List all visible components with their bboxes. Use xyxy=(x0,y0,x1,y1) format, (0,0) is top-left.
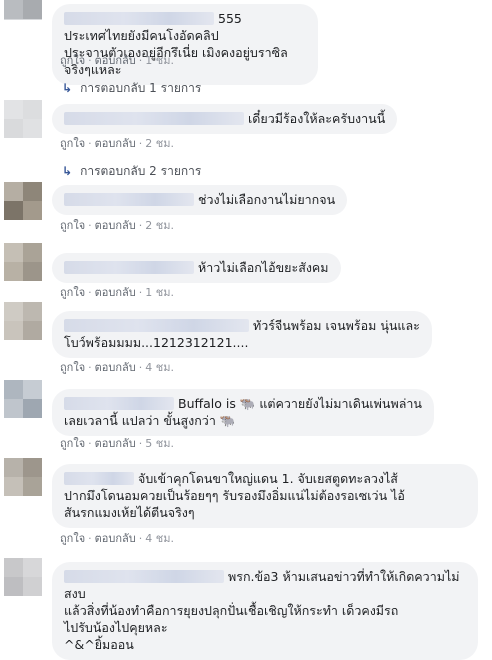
like-link[interactable]: ถูกใจ xyxy=(60,286,85,299)
commenter-name[interactable] xyxy=(64,472,134,485)
comment-time[interactable]: 2 ชม. xyxy=(145,219,174,232)
commenter-name[interactable] xyxy=(64,261,194,274)
avatar[interactable] xyxy=(4,243,42,281)
reply-link[interactable]: ตอบกลับ xyxy=(95,361,136,374)
comment-actions: ถูกใจ · ตอบกลับ · 2 ชม. xyxy=(60,137,174,150)
comment-time[interactable]: 5 ชม. xyxy=(145,437,174,450)
commenter-name[interactable] xyxy=(64,397,174,410)
reply-arrow-icon: ↳ xyxy=(62,81,73,95)
reply-link[interactable]: ตอบกลับ xyxy=(95,54,136,67)
comment-text: ช่วงไม่เลือกงานไม่ยากจน xyxy=(198,192,336,207)
comment-bubble: ช่วงไม่เลือกงานไม่ยากจน xyxy=(52,185,348,215)
comment-actions: ถูกใจ · ตอบกลับ · 2 ชม. xyxy=(60,219,174,232)
commenter-name[interactable] xyxy=(64,112,244,125)
comment-actions: ถูกใจ · ตอบกลับ · 1 ชม. xyxy=(60,54,174,67)
comment-actions: ถูกใจ · ตอบกลับ · 5 ชม. xyxy=(60,437,174,450)
view-replies-link[interactable]: ↳ การตอบกลับ 1 รายการ xyxy=(62,80,201,96)
avatar[interactable] xyxy=(4,100,42,138)
comment-bubble: พรก.ข้อ3 ห้ามเสนอข่าวที่ทำให้เกิดความไม่… xyxy=(52,562,478,660)
commenter-name[interactable] xyxy=(64,12,214,25)
avatar[interactable] xyxy=(4,302,42,340)
avatar[interactable] xyxy=(4,558,42,596)
like-link[interactable]: ถูกใจ xyxy=(60,361,85,374)
comment-actions: ถูกใจ · ตอบกลับ · 4 ชม. xyxy=(60,361,174,374)
reply-link[interactable]: ตอบกลับ xyxy=(95,137,136,150)
comment-time[interactable]: 2 ชม. xyxy=(145,137,174,150)
comment-actions: ถูกใจ · ตอบกลับ · 4 ชม. xyxy=(60,532,174,545)
comment-bubble: จับเข้าคุกโดนขาใหญ่แดน 1. จับเยสตูดทะลวง… xyxy=(52,464,478,528)
avatar[interactable] xyxy=(4,458,42,496)
comment-bubble: ทัวร์จีนพร้อม เจนพร้อม นุ่นและ โบว์พร้อม… xyxy=(52,311,432,358)
commenter-name[interactable] xyxy=(64,319,249,332)
replies-count[interactable]: การตอบกลับ 2 รายการ xyxy=(80,164,201,178)
comment-text: ห้าวไม่เลือกไอ้ขยะสังคม xyxy=(198,260,329,275)
reply-link[interactable]: ตอบกลับ xyxy=(95,437,136,450)
comment-time[interactable]: 1 ชม. xyxy=(145,54,174,67)
comment-time[interactable]: 1 ชม. xyxy=(145,286,174,299)
comment-time[interactable]: 4 ชม. xyxy=(145,532,174,545)
avatar[interactable] xyxy=(4,182,42,220)
like-link[interactable]: ถูกใจ xyxy=(60,219,85,232)
reply-link[interactable]: ตอบกลับ xyxy=(95,286,136,299)
like-link[interactable]: ถูกใจ xyxy=(60,532,85,545)
comment-bubble: ห้าวไม่เลือกไอ้ขยะสังคม xyxy=(52,253,341,283)
like-link[interactable]: ถูกใจ xyxy=(60,137,85,150)
avatar[interactable] xyxy=(4,380,42,418)
reply-link[interactable]: ตอบกลับ xyxy=(95,532,136,545)
commenter-name[interactable] xyxy=(64,570,224,583)
comment-time[interactable]: 4 ชม. xyxy=(145,361,174,374)
comment-bubble: Buffalo is 🐃 แต่ควายยังไม่มาเดินเพ่นพล่า… xyxy=(52,389,434,436)
reply-arrow-icon: ↳ xyxy=(62,164,73,178)
view-replies-link[interactable]: ↳ การตอบกลับ 2 รายการ xyxy=(62,163,201,179)
like-link[interactable]: ถูกใจ xyxy=(60,437,85,450)
comment-text: เดี๋ยวมีร้องให้ละครับงานนี้ xyxy=(248,111,386,126)
replies-count[interactable]: การตอบกลับ 1 รายการ xyxy=(80,81,201,95)
commenter-name[interactable] xyxy=(64,193,194,206)
like-link[interactable]: ถูกใจ xyxy=(60,54,85,67)
comment-bubble: 555 ประเทศไทยยังมีคนโงอัดคลิป ประจานตัวเ… xyxy=(52,4,318,85)
comment-bubble: เดี๋ยวมีร้องให้ละครับงานนี้ xyxy=(52,104,398,134)
reply-link[interactable]: ตอบกลับ xyxy=(95,219,136,232)
avatar[interactable] xyxy=(4,0,42,20)
comment-actions: ถูกใจ · ตอบกลับ · 1 ชม. xyxy=(60,286,174,299)
